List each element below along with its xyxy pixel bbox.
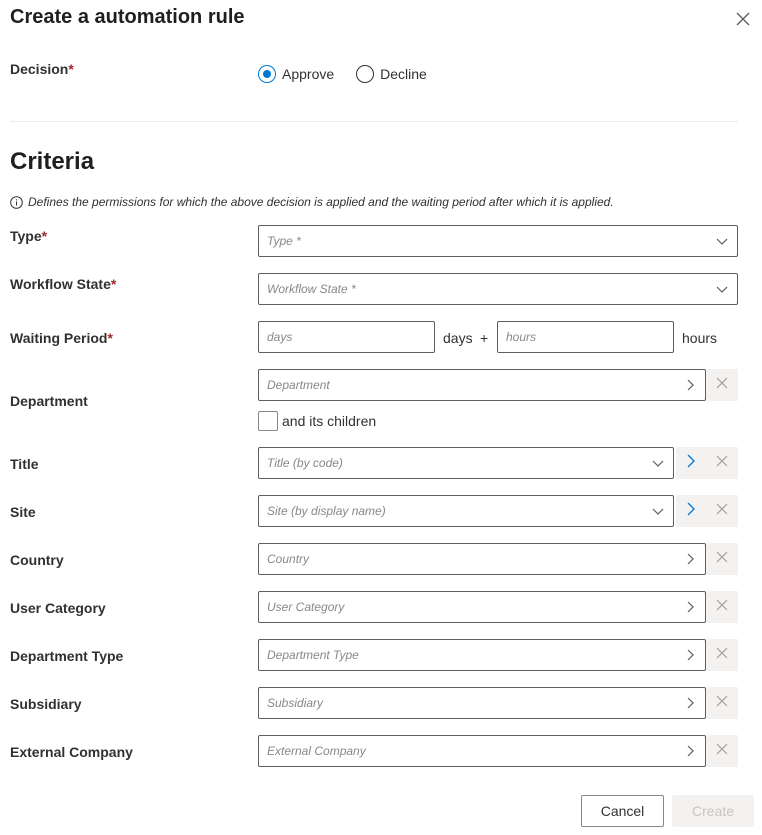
workflow-state-placeholder: Workflow State * (267, 282, 356, 296)
site-label: Site (10, 504, 36, 520)
approve-radio-circle[interactable] (258, 65, 276, 83)
external-company-picker[interactable]: External Company (258, 735, 706, 767)
chevron-down-icon[interactable] (707, 226, 737, 256)
include-children-checkbox[interactable] (258, 411, 278, 431)
decision-label: Decision* (10, 61, 74, 77)
type-placeholder: Type * (267, 234, 301, 248)
site-browse-button[interactable] (676, 495, 706, 527)
clear-icon (715, 502, 729, 521)
chevron-down-icon[interactable] (643, 448, 673, 478)
clear-icon (715, 454, 729, 473)
department-label: Department (10, 393, 88, 409)
days-unit: days (443, 330, 473, 346)
cancel-button[interactable]: Cancel (581, 795, 664, 827)
include-children-label: and its children (282, 413, 377, 429)
chevron-right-icon[interactable] (675, 640, 705, 670)
criteria-info: Defines the permissions for which the ab… (10, 195, 614, 209)
subsidiary-label: Subsidiary (10, 696, 82, 712)
department-type-picker[interactable]: Department Type (258, 639, 706, 671)
days-input[interactable]: days (258, 321, 435, 353)
title-dropdown[interactable]: Title (by code) (258, 447, 674, 479)
decision-radio-group: Approve Decline (258, 65, 449, 83)
department-picker[interactable]: Department (258, 369, 706, 401)
clear-user-category-button[interactable] (706, 591, 738, 623)
required-mark: * (41, 228, 48, 244)
create-button[interactable]: Create (672, 795, 754, 827)
decision-label-text: Decision (10, 61, 69, 77)
title-placeholder: Title (by code) (267, 456, 343, 470)
chevron-right-icon (684, 453, 698, 474)
clear-icon (715, 376, 729, 395)
chevron-right-icon[interactable] (675, 688, 705, 718)
approve-radio-label: Approve (282, 66, 335, 82)
title-label: Title (10, 456, 39, 472)
close-icon[interactable] (732, 8, 754, 30)
title-browse-button[interactable] (676, 447, 706, 479)
chevron-right-icon[interactable] (675, 544, 705, 574)
divider (10, 121, 738, 122)
waiting-period-label: Waiting Period* (10, 330, 113, 346)
clear-external-company-button[interactable] (706, 735, 738, 767)
clear-country-button[interactable] (706, 543, 738, 575)
clear-department-type-button[interactable] (706, 639, 738, 671)
country-placeholder: Country (267, 552, 310, 566)
user-category-label: User Category (10, 600, 106, 616)
subsidiary-picker[interactable]: Subsidiary (258, 687, 706, 719)
type-dropdown[interactable]: Type * (258, 225, 738, 257)
workflow-state-label: Workflow State* (10, 276, 116, 292)
chevron-right-icon (684, 501, 698, 522)
clear-icon (715, 598, 729, 617)
chevron-right-icon[interactable] (675, 592, 705, 622)
hours-input[interactable]: hours (497, 321, 674, 353)
required-mark: * (107, 330, 113, 346)
info-icon (10, 195, 23, 209)
country-picker[interactable]: Country (258, 543, 706, 575)
criteria-title: Criteria (10, 148, 95, 175)
user-category-picker[interactable]: User Category (258, 591, 706, 623)
external-company-placeholder: External Company (267, 744, 366, 758)
automation-rule-dialog: Create a automation rule Decision* Appro… (0, 0, 762, 835)
department-placeholder: Department (267, 378, 330, 392)
hours-placeholder: hours (506, 330, 537, 344)
clear-site-button[interactable] (706, 495, 738, 527)
waiting-period-label-text: Waiting Period (10, 330, 108, 346)
clear-icon (715, 694, 729, 713)
clear-title-button[interactable] (706, 447, 738, 479)
days-placeholder: days (267, 330, 293, 344)
country-label: Country (10, 552, 64, 568)
clear-subsidiary-button[interactable] (706, 687, 738, 719)
type-label-text: Type (10, 228, 42, 244)
department-type-placeholder: Department Type (267, 648, 359, 662)
required-mark: * (68, 61, 74, 77)
site-dropdown[interactable]: Site (by display name) (258, 495, 674, 527)
department-type-label: Department Type (10, 648, 124, 664)
dialog-title: Create a automation rule (10, 6, 245, 28)
clear-icon (715, 550, 729, 569)
user-category-placeholder: User Category (267, 600, 345, 614)
chevron-right-icon[interactable] (675, 370, 705, 400)
decline-radio-label: Decline (380, 66, 427, 82)
clear-icon (715, 742, 729, 761)
chevron-down-icon[interactable] (707, 274, 737, 304)
hours-unit: hours (682, 330, 718, 346)
approve-radio[interactable]: Approve (258, 65, 334, 83)
subsidiary-placeholder: Subsidiary (267, 696, 324, 710)
external-company-label: External Company (10, 744, 133, 760)
type-label: Type* (10, 228, 47, 244)
workflow-state-dropdown[interactable]: Workflow State * (258, 273, 738, 305)
decline-radio[interactable]: Decline (356, 65, 427, 83)
required-mark: * (110, 276, 117, 292)
clear-department-button[interactable] (706, 369, 738, 401)
chevron-down-icon[interactable] (643, 496, 673, 526)
decline-radio-circle[interactable] (356, 65, 375, 83)
clear-icon (715, 646, 729, 665)
workflow-state-label-text: Workflow State (10, 276, 111, 292)
site-placeholder: Site (by display name) (267, 504, 386, 518)
chevron-right-icon[interactable] (675, 736, 705, 766)
plus-sign: + (480, 330, 489, 346)
criteria-info-text: Defines the permissions for which the ab… (28, 195, 614, 209)
